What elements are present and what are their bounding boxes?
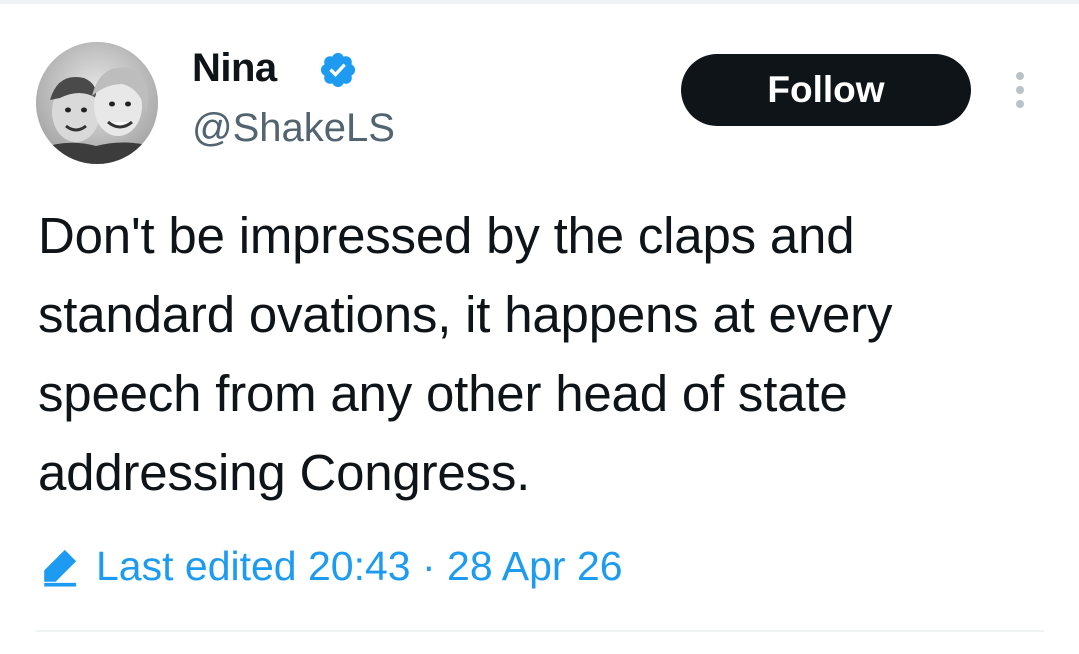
display-name[interactable]: Nina — [192, 44, 277, 92]
pencil-icon — [44, 549, 77, 587]
bottom-divider — [36, 630, 1044, 632]
avatar-photo — [36, 42, 158, 164]
top-divider — [0, 0, 1079, 4]
tweet-text: Don't be impressed by the claps and stan… — [38, 207, 893, 501]
follow-button[interactable]: Follow — [681, 54, 971, 126]
more-vertical-icon[interactable] — [1008, 70, 1032, 110]
last-edited-link[interactable]: Last edited 20:43 · 28 Apr 26 — [38, 538, 623, 594]
last-edited-label: Last edited 20:43 · 28 Apr 26 — [96, 542, 623, 589]
avatar[interactable] — [36, 42, 158, 164]
verified-badge-icon[interactable] — [318, 50, 358, 90]
user-handle[interactable]: @ShakeLS — [192, 104, 395, 152]
